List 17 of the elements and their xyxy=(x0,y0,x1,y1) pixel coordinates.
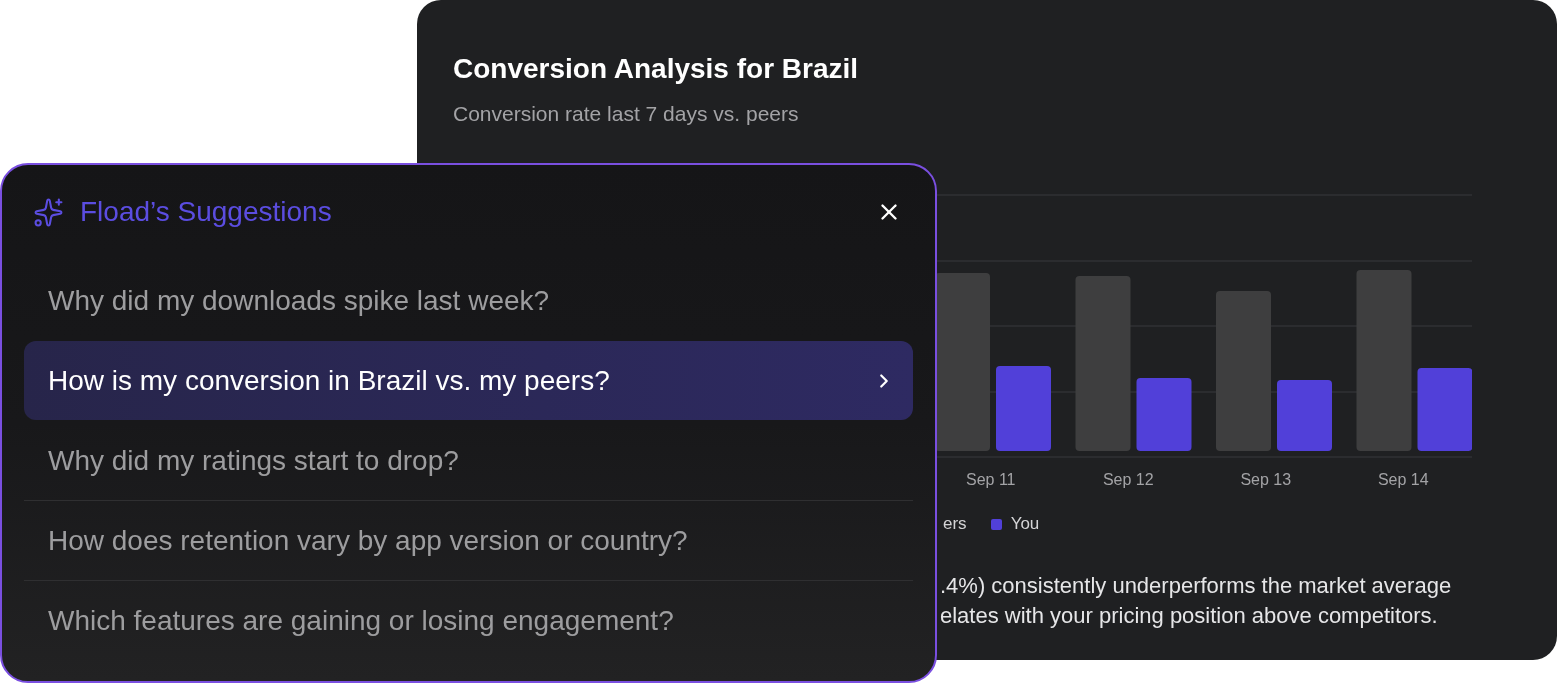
x-axis-label: Sep 11 xyxy=(966,470,1016,490)
x-axis-label: Sep 13 xyxy=(1240,470,1292,490)
you-bar xyxy=(1277,380,1332,451)
chart-subtitle: Conversion rate last 7 days vs. peers xyxy=(453,101,799,127)
legend-label: You xyxy=(1010,513,1040,535)
chart-title: Conversion Analysis for Brazil xyxy=(453,52,859,86)
panel-title: Fload’s Suggestions xyxy=(80,195,332,229)
suggestion-item[interactable]: Why did my ratings start to drop? xyxy=(24,421,913,500)
suggestion-item[interactable]: How does retention vary by app version or country? xyxy=(24,501,913,580)
legend-label: ers xyxy=(943,513,967,535)
x-axis-label: Sep 12 xyxy=(1102,470,1154,490)
suggestion-item[interactable]: How is my conversion in Brazil vs. my peers? xyxy=(24,341,913,420)
x-axis-label: Sep 14 xyxy=(1377,470,1429,490)
summary-text: .4%) consistently underperforms the market average elates with your pricing position above competitors. xyxy=(940,572,1452,630)
sparkle-icon xyxy=(33,196,64,228)
suggestion-item[interactable]: Why did my downloads spike last week? xyxy=(24,261,913,340)
suggestion-item[interactable]: Which features are gaining or losing engagement? xyxy=(24,581,913,660)
